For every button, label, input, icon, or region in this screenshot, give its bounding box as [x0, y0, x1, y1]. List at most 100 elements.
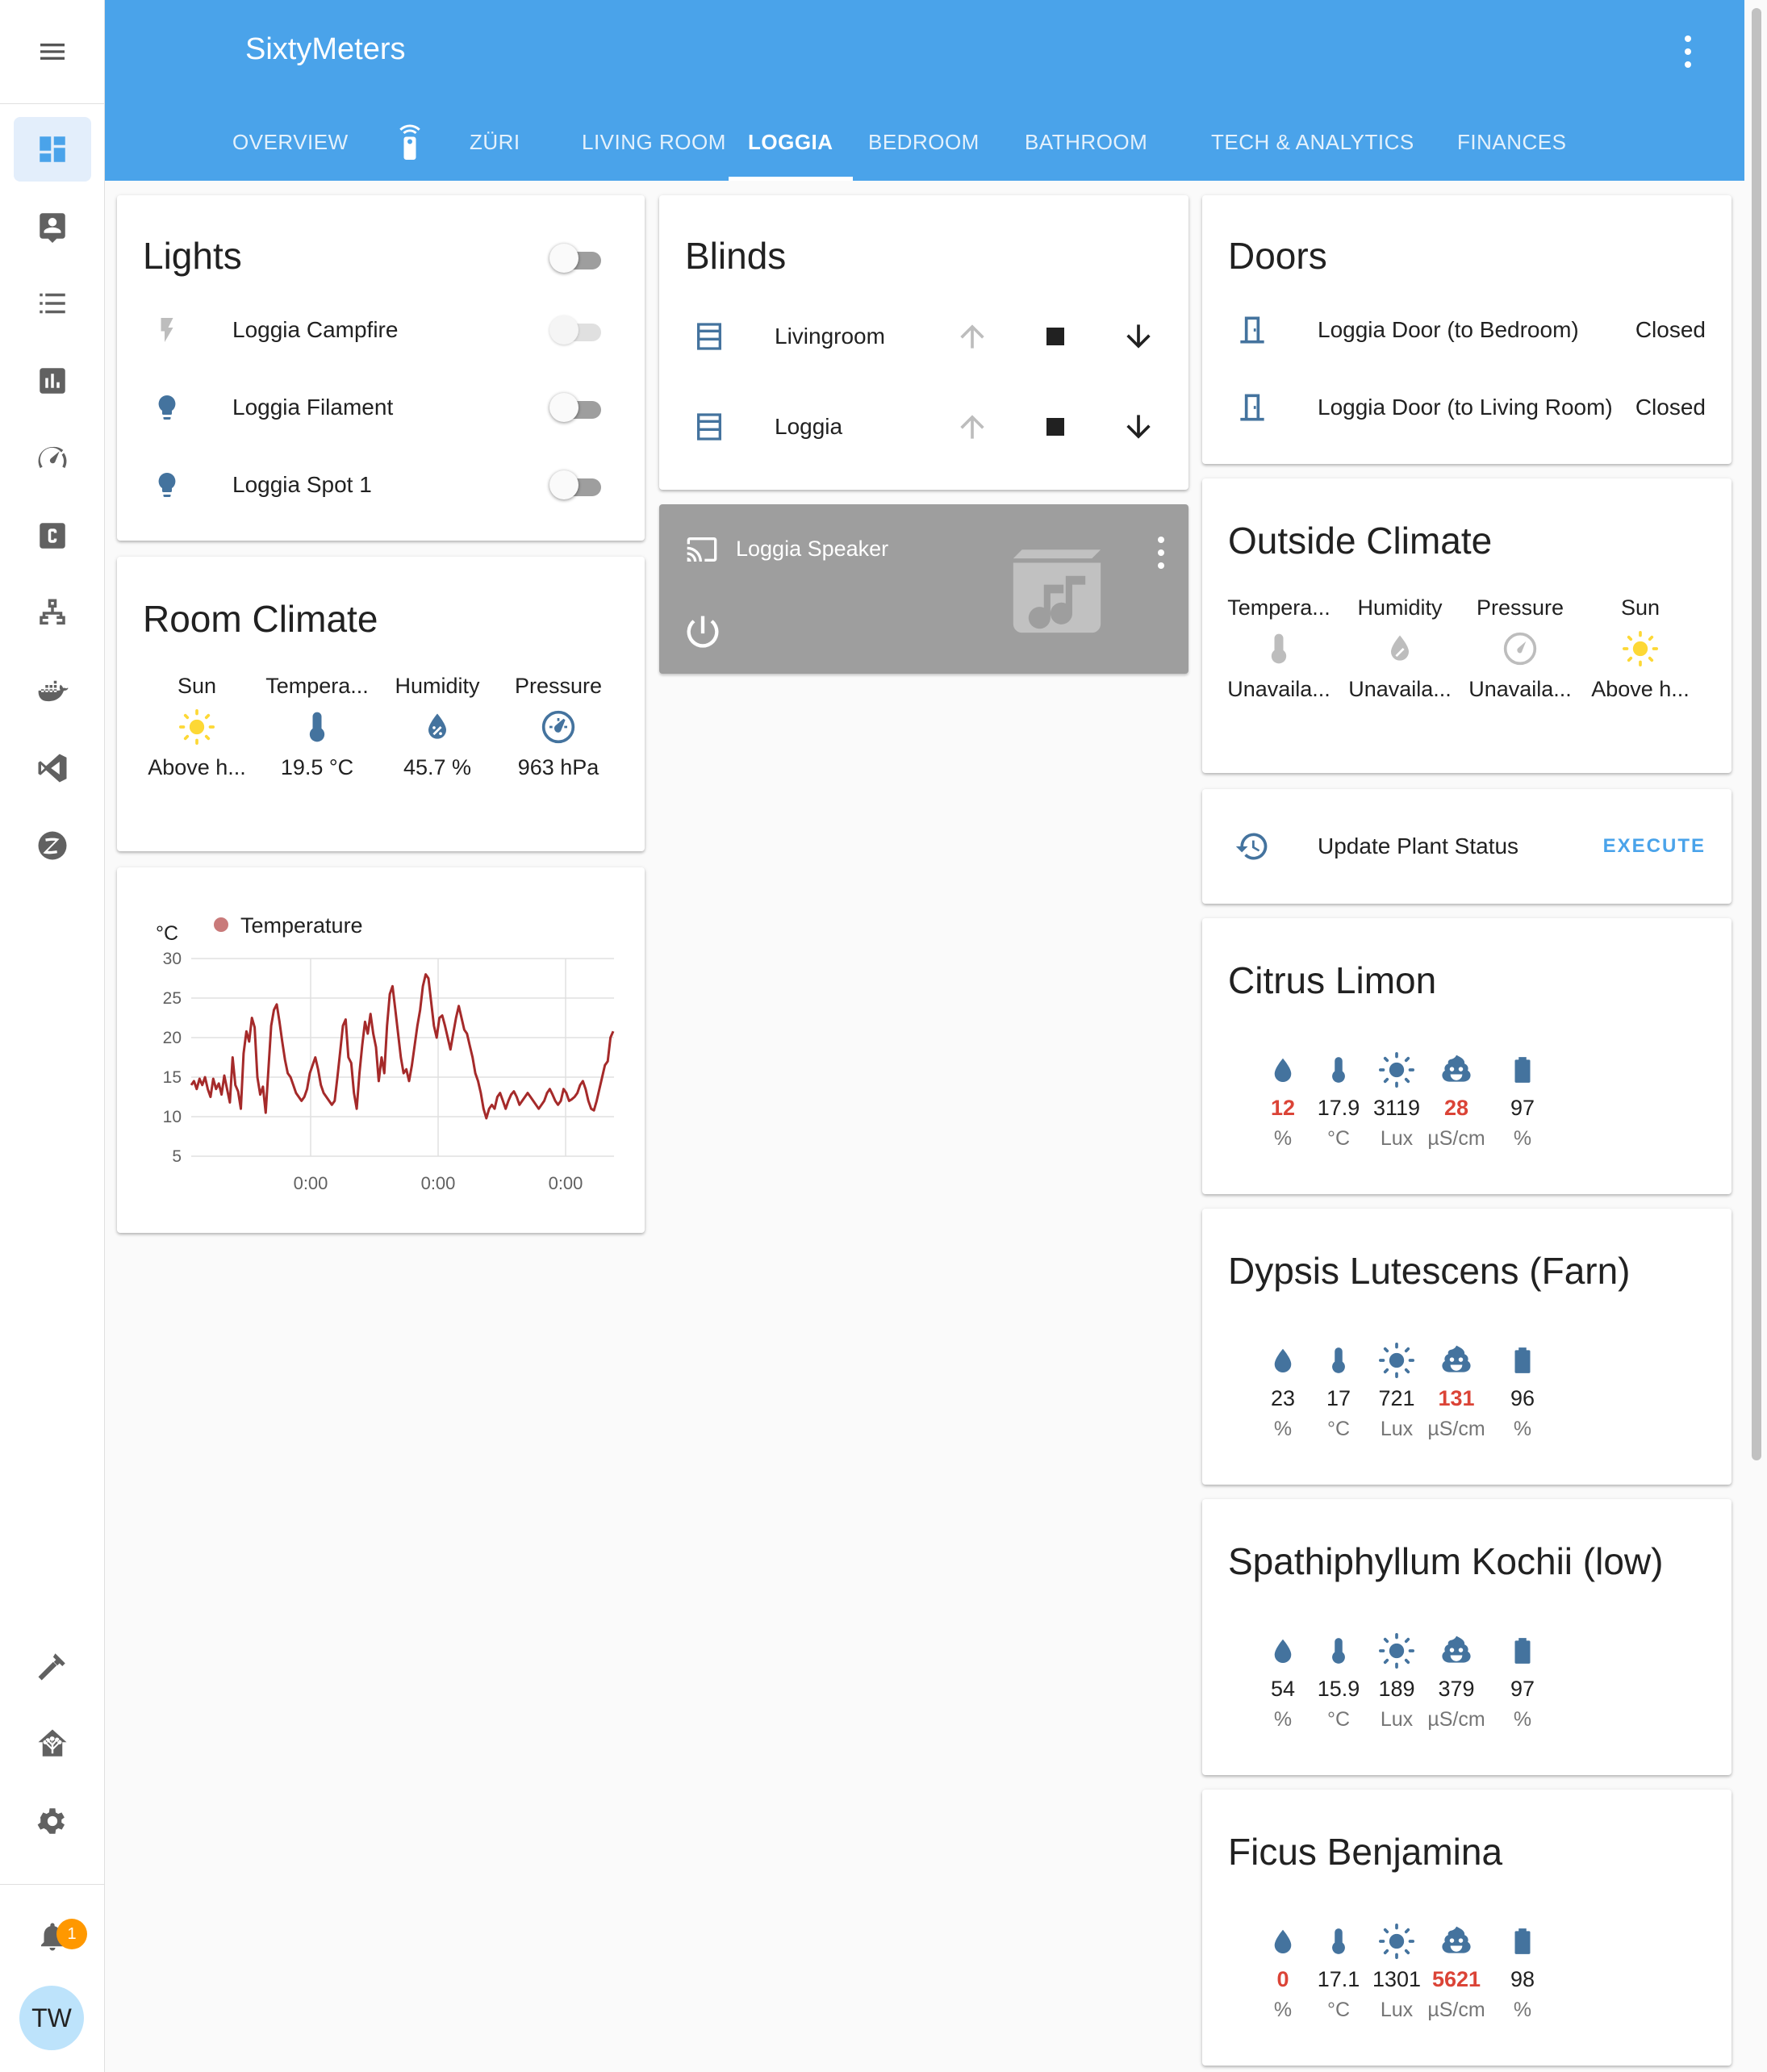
- blind-name: Loggia: [775, 414, 843, 439]
- door-name: Loggia Door (to Living Room): [1318, 395, 1613, 420]
- plant-card: Spathiphyllum Kochii (low) 54 % 15.9 °C …: [1202, 1499, 1731, 1775]
- door-row-living-room[interactable]: Loggia Door (to Living Room) Closed: [1202, 379, 1731, 436]
- light-toggle-spot-1[interactable]: [549, 467, 604, 503]
- tab-tech-analytics[interactable]: TECH & ANALYTICS: [1192, 113, 1434, 181]
- glance-temperature[interactable]: Tempera... Unavaila...: [1218, 595, 1339, 702]
- sidebar-item-settings[interactable]: [14, 1789, 91, 1853]
- sidebar-item-network[interactable]: [14, 581, 91, 645]
- temperature-chart[interactable]: °C Temperature 30 25 20 15 10 5 0:00 0:00 0:00: [117, 867, 645, 1233]
- light-name: Loggia Filament: [232, 395, 394, 420]
- y-tick-label: 10: [163, 1108, 182, 1126]
- plant-attr-battery[interactable]: 97 %: [1478, 1628, 1567, 1732]
- thermometer-icon: [1332, 1057, 1345, 1083]
- plant-attr-battery[interactable]: 96 %: [1478, 1338, 1567, 1441]
- sidebar-item-logbook[interactable]: [14, 271, 91, 336]
- stop-icon[interactable]: [1038, 319, 1073, 358]
- docker-icon: [38, 680, 69, 702]
- gauge-icon: [498, 699, 619, 755]
- hamburger-menu-icon[interactable]: [36, 36, 69, 68]
- arrow-up-icon[interactable]: [955, 409, 990, 449]
- sidebar-item-overview[interactable]: [14, 117, 91, 182]
- account-box-icon: [40, 213, 65, 243]
- tab-bathroom[interactable]: BATHROOM: [1005, 113, 1167, 181]
- stop-icon[interactable]: [1038, 409, 1073, 449]
- glance-pressure[interactable]: Pressure 963 hPa: [498, 674, 619, 780]
- glance-label: Sun: [177, 674, 217, 698]
- blind-row-loggia[interactable]: Loggia: [659, 399, 1188, 455]
- glance-sun[interactable]: Sun Above h...: [1580, 595, 1701, 702]
- arrow-up-icon[interactable]: [955, 319, 990, 358]
- emoticon-poop-icon: [1442, 1345, 1471, 1372]
- execute-button[interactable]: EXECUTE: [1603, 835, 1706, 858]
- door-row-bedroom[interactable]: Loggia Door (to Bedroom) Closed: [1202, 302, 1731, 358]
- remote-icon: [399, 124, 420, 160]
- glance-temperature[interactable]: Tempera... 19.5 °C: [261, 674, 374, 780]
- tab-overview[interactable]: OVERVIEW: [213, 113, 368, 181]
- page-scrollbar[interactable]: [1744, 0, 1767, 2072]
- sitemap-icon: [40, 599, 65, 625]
- user-avatar[interactable]: TW: [19, 1986, 84, 2050]
- y-tick-label: 5: [172, 1147, 182, 1166]
- thermometer-icon: [1332, 1638, 1345, 1664]
- plant-card: Ficus Benjamina 0 % 17.1 °C 1301 Lux 562…: [1202, 1790, 1731, 2066]
- arrow-down-icon[interactable]: [1121, 319, 1156, 358]
- top-app-bar: SixtyMeters OVERVIEW ZÜRI LIVING ROOM LO…: [105, 0, 1744, 181]
- lights-master-toggle[interactable]: [549, 240, 604, 276]
- plant-value: 97: [1510, 1096, 1535, 1120]
- loggia-speaker-card: Loggia Speaker: [659, 504, 1188, 674]
- sun-icon: [136, 699, 257, 755]
- glance-pressure[interactable]: Pressure Unavaila...: [1460, 595, 1581, 702]
- tab-remote[interactable]: [379, 113, 441, 181]
- tab-zuri[interactable]: ZÜRI: [450, 113, 540, 181]
- chart-box-icon: [40, 368, 65, 394]
- plant-card: Citrus Limon 12 % 17.9 °C 3119 Lux 28 µS…: [1202, 918, 1731, 1194]
- glance-sun[interactable]: Sun Above h...: [136, 674, 257, 780]
- sidebar-item-vscode[interactable]: [14, 736, 91, 800]
- tab-bedroom[interactable]: BEDROOM: [849, 113, 999, 181]
- blind-name: Livingroom: [775, 324, 885, 349]
- tab-living-room[interactable]: LIVING ROOM: [562, 113, 746, 181]
- thermometer-icon: [261, 699, 374, 755]
- light-row-filament[interactable]: Loggia Filament: [117, 379, 645, 436]
- white-balance-sunny-icon: [1379, 1343, 1414, 1378]
- scrollbar-thumb[interactable]: [1752, 8, 1761, 1460]
- plant-unit: %: [1513, 1999, 1532, 2021]
- sidebar-item-energy[interactable]: [14, 426, 91, 491]
- y-tick-label: 25: [163, 989, 182, 1008]
- sidebar-item-zigbee[interactable]: [14, 813, 91, 878]
- light-row-campfire[interactable]: Loggia Campfire: [117, 302, 645, 358]
- blind-row-livingroom[interactable]: Livingroom: [659, 308, 1188, 365]
- door-closed-icon: [1234, 390, 1270, 425]
- y-tick-label: 30: [163, 950, 182, 968]
- sidebar-item-configurator[interactable]: [14, 503, 91, 568]
- light-row-spot-1[interactable]: Loggia Spot 1: [117, 457, 645, 513]
- plant-name: Spathiphyllum Kochii (low): [1228, 1540, 1664, 1582]
- plant-attr-battery[interactable]: 97 %: [1478, 1047, 1567, 1151]
- sidebar-item-supervisor[interactable]: [14, 1711, 91, 1776]
- arrow-down-icon[interactable]: [1121, 409, 1156, 449]
- sidebar-item-map[interactable]: [14, 194, 91, 258]
- light-toggle-campfire[interactable]: [549, 312, 604, 348]
- water-percent-icon: [377, 699, 498, 755]
- sidebar-item-portainer[interactable]: [14, 658, 91, 723]
- y-tick-label: 20: [163, 1029, 182, 1047]
- script-row[interactable]: Update Plant Status EXECUTE: [1202, 818, 1731, 875]
- white-balance-sunny-icon: [1379, 1052, 1414, 1088]
- overflow-menu-icon[interactable]: [1678, 32, 1698, 71]
- light-toggle-filament[interactable]: [549, 390, 604, 425]
- thermometer-icon: [1332, 1347, 1345, 1373]
- doors-card-title: Doors: [1228, 235, 1327, 277]
- hammer-icon: [38, 1653, 65, 1681]
- plant-attr-battery[interactable]: 98 %: [1478, 1919, 1567, 2022]
- sidebar-item-history[interactable]: [14, 349, 91, 413]
- power-icon[interactable]: [682, 611, 724, 653]
- sidebar-item-developer-tools[interactable]: [14, 1634, 91, 1698]
- room-climate-title: Room Climate: [143, 598, 378, 640]
- tab-finances[interactable]: FINANCES: [1438, 113, 1585, 181]
- glance-humidity[interactable]: Humidity Unavaila...: [1339, 595, 1460, 702]
- glance-humidity[interactable]: Humidity 45.7 %: [377, 674, 498, 780]
- tab-loggia[interactable]: LOGGIA: [729, 113, 853, 181]
- plant-name: Ficus Benjamina: [1228, 1831, 1503, 1873]
- media-more-icon[interactable]: [1155, 533, 1168, 572]
- restore-clock-icon: [1234, 829, 1270, 864]
